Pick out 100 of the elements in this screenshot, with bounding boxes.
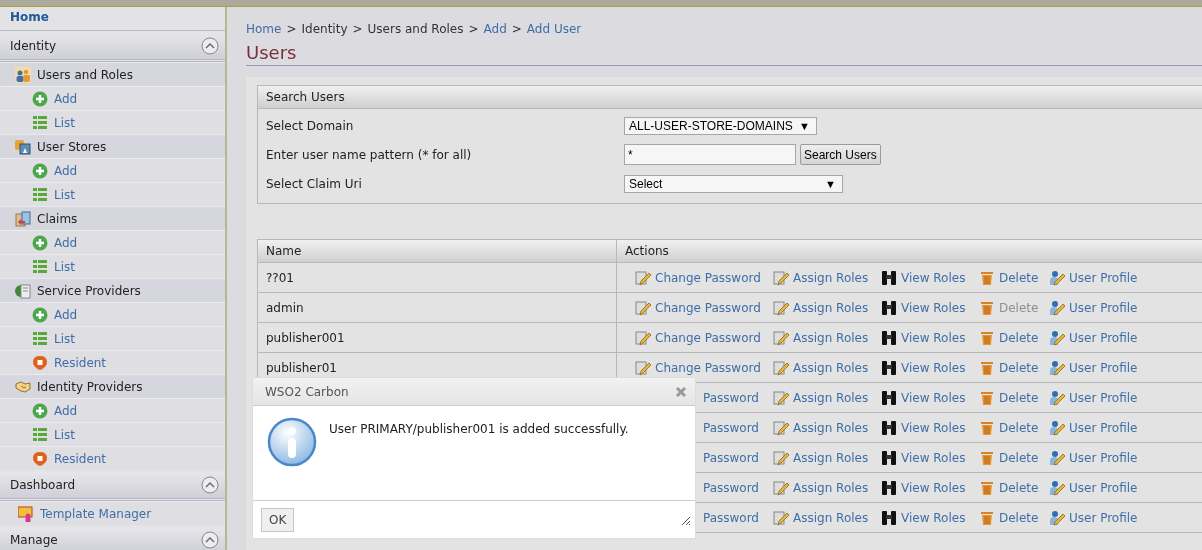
claim-document-icon — [15, 210, 31, 227]
assign-roles-link[interactable]: Assign Roles — [773, 299, 881, 316]
view-roles-link[interactable]: View Roles — [881, 359, 979, 376]
menu-item[interactable]: Add — [0, 86, 225, 110]
collapse-icon[interactable] — [201, 476, 219, 494]
user-edit-icon — [1049, 269, 1065, 286]
select-dropdown[interactable]: ALL-USER-STORE-DOMAINS ▼ — [624, 116, 817, 135]
view-roles-link[interactable]: View Roles — [881, 329, 979, 346]
menu-group[interactable]: Identity Providers — [0, 374, 225, 398]
plus-icon — [32, 162, 48, 179]
menu-section-header[interactable]: Dashboard — [0, 472, 225, 501]
breadcrumb-link[interactable]: Add User — [526, 22, 582, 36]
list-icon — [32, 330, 48, 347]
change-password-link[interactable]: Change Password — [635, 359, 773, 376]
menu-item[interactable]: Add — [0, 398, 225, 422]
view-roles-link[interactable]: View Roles — [881, 269, 979, 286]
info-icon — [267, 417, 317, 467]
menu-item[interactable]: List — [0, 422, 225, 446]
shield-icon — [32, 354, 48, 371]
menu-item[interactable]: Add — [0, 158, 225, 182]
menu-item[interactable]: List — [0, 182, 225, 206]
menu-item[interactable]: Template Manager — [0, 501, 225, 525]
delete-link[interactable]: Delete — [979, 359, 1049, 376]
view-roles-link[interactable]: View Roles — [881, 389, 979, 406]
breadcrumb-link[interactable]: Home — [246, 22, 282, 36]
delete-link[interactable]: Delete — [979, 269, 1049, 286]
section-title: Dashboard — [10, 478, 76, 492]
user-profile-link[interactable]: User Profile — [1049, 449, 1159, 466]
menu-item[interactable]: List — [0, 326, 225, 350]
view-roles-link[interactable]: View Roles — [881, 299, 979, 316]
user-profile-link[interactable]: User Profile — [1049, 329, 1159, 346]
users-icon — [15, 66, 31, 83]
user-profile-link[interactable]: User Profile — [1049, 359, 1159, 376]
delete-link[interactable]: Delete — [979, 419, 1049, 436]
assign-roles-link[interactable]: Assign Roles — [773, 509, 881, 526]
menu-item[interactable]: List — [0, 254, 225, 278]
assign-roles-link[interactable]: Assign Roles — [773, 479, 881, 496]
server-globe-icon — [15, 282, 31, 299]
input-field[interactable]: * — [624, 144, 796, 165]
assign-roles-link[interactable]: Assign Roles — [773, 389, 881, 406]
user-profile-link[interactable]: User Profile — [1049, 509, 1159, 526]
view-roles-link[interactable]: View Roles — [881, 419, 979, 436]
menu-item[interactable]: Resident — [0, 350, 225, 374]
dialog-title: WSO2 Carbon — [265, 384, 349, 399]
breadcrumb-link[interactable]: Add — [483, 22, 507, 36]
collapse-icon[interactable] — [201, 37, 219, 55]
assign-roles-link[interactable]: Assign Roles — [773, 419, 881, 436]
user-profile-link[interactable]: User Profile — [1049, 479, 1159, 496]
collapse-icon[interactable] — [201, 531, 219, 549]
table-cell: admin — [258, 293, 617, 322]
menu-group[interactable]: Claims — [0, 206, 225, 230]
pencil-document-icon — [773, 329, 789, 346]
menu-group[interactable]: Users and Roles — [0, 62, 225, 86]
search-button[interactable]: Search Users — [800, 144, 881, 165]
menu-item[interactable]: Add — [0, 302, 225, 326]
user-profile-link[interactable]: User Profile — [1049, 419, 1159, 436]
trash-icon — [979, 389, 995, 406]
delete-link[interactable]: Delete — [979, 509, 1049, 526]
list-icon — [32, 426, 48, 443]
assign-roles-link[interactable]: Assign Roles — [773, 449, 881, 466]
trash-icon — [979, 509, 995, 526]
delete-link[interactable]: Delete — [979, 329, 1049, 346]
list-icon — [32, 186, 48, 203]
user-profile-link[interactable]: User Profile — [1049, 269, 1159, 286]
pencil-document-icon — [635, 329, 651, 346]
column-header: Name — [258, 240, 617, 262]
view-roles-link[interactable]: View Roles — [881, 449, 979, 466]
shield-icon — [32, 450, 48, 467]
user-edit-icon — [1049, 449, 1065, 466]
trash-icon — [979, 479, 995, 496]
change-password-link[interactable]: Change Password — [635, 299, 773, 316]
user-edit-icon — [1049, 479, 1065, 496]
menu-group[interactable]: User Stores — [0, 134, 225, 158]
delete-link[interactable]: Delete — [979, 479, 1049, 496]
ok-button[interactable]: OK — [261, 507, 295, 532]
menu-section-header[interactable]: Manage — [0, 527, 225, 550]
menu-section-header[interactable]: Identity — [0, 33, 225, 62]
assign-roles-link[interactable]: Assign Roles — [773, 269, 881, 286]
view-roles-link[interactable]: View Roles — [881, 479, 979, 496]
user-profile-link[interactable]: User Profile — [1049, 299, 1159, 316]
menu-item[interactable]: List — [0, 110, 225, 134]
list-icon — [32, 114, 48, 131]
breadcrumb-separator: > — [468, 22, 479, 36]
user-edit-icon — [1049, 509, 1065, 526]
pencil-document-icon — [635, 359, 651, 376]
menu-group[interactable]: Service Providers — [0, 278, 225, 302]
assign-roles-link[interactable]: Assign Roles — [773, 329, 881, 346]
pencil-document-icon — [635, 269, 651, 286]
menu-item[interactable]: Resident — [0, 446, 225, 470]
change-password-link[interactable]: Change Password — [635, 329, 773, 346]
menu-item[interactable]: Add — [0, 230, 225, 254]
delete-link[interactable]: Delete — [979, 389, 1049, 406]
assign-roles-link[interactable]: Assign Roles — [773, 359, 881, 376]
breadcrumb-separator: > — [352, 22, 363, 36]
user-profile-link[interactable]: User Profile — [1049, 389, 1159, 406]
home-link[interactable]: Home — [0, 7, 225, 31]
select-dropdown[interactable]: Select ▼ — [624, 174, 843, 193]
change-password-link[interactable]: Change Password — [635, 269, 773, 286]
view-roles-link[interactable]: View Roles — [881, 509, 979, 526]
delete-link[interactable]: Delete — [979, 449, 1049, 466]
